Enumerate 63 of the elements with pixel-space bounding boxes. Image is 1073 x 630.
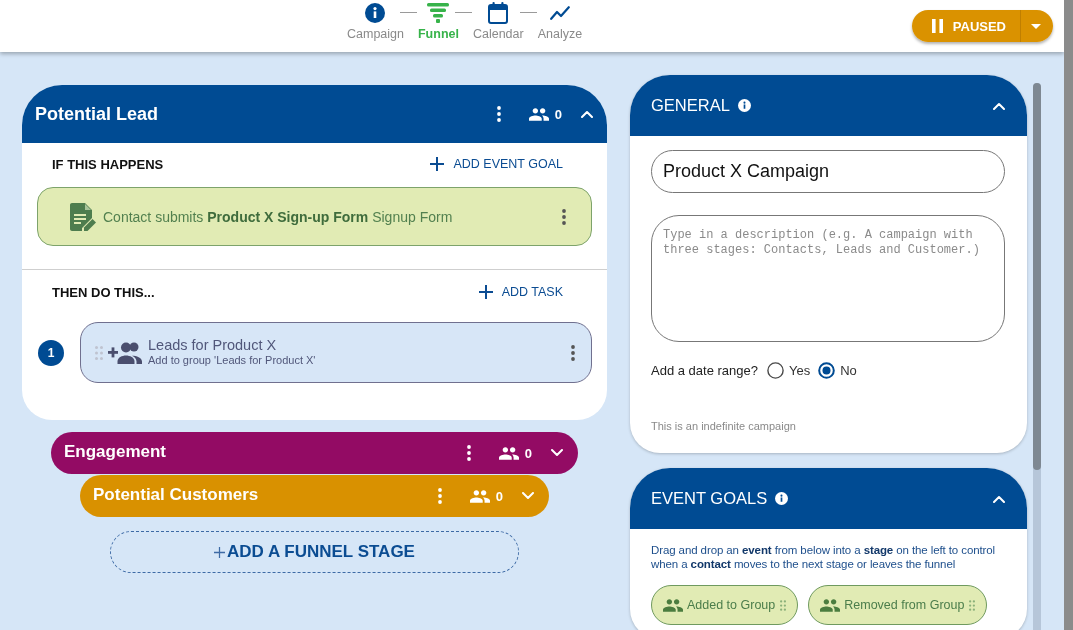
plus-icon bbox=[214, 546, 225, 558]
task-subtitle: Add to group 'Leads for Product X' bbox=[148, 354, 317, 366]
people-icon bbox=[469, 489, 490, 503]
stage-bar[interactable]: Engagement 0 bbox=[51, 432, 578, 474]
funnel-icon bbox=[427, 2, 450, 23]
people-icon bbox=[528, 107, 549, 121]
event-chip[interactable]: Added to Group bbox=[651, 585, 799, 625]
calendar-icon bbox=[488, 1, 509, 24]
chevron-down-icon[interactable] bbox=[551, 449, 563, 457]
radio-button[interactable] bbox=[767, 361, 784, 379]
people-icon bbox=[498, 446, 519, 460]
chevron-up-icon[interactable] bbox=[993, 101, 1005, 110]
more-icon[interactable] bbox=[496, 106, 501, 122]
task-number: 1 bbox=[38, 339, 64, 366]
more-icon[interactable] bbox=[466, 445, 471, 461]
event-goal-text: Contact submits Product X Sign-up Form Signup Form bbox=[103, 208, 454, 225]
section-title: IF THIS HAPPENS bbox=[52, 156, 164, 172]
member-count: 0 bbox=[554, 106, 562, 122]
description-text: Drag and drop an event from below into a stage on the left to control when a contact moves to the next stage or leaves the funnel bbox=[651, 543, 997, 571]
more-icon[interactable] bbox=[571, 344, 575, 361]
group-add-icon bbox=[108, 341, 142, 364]
panel-title: GENERAL bbox=[651, 96, 730, 115]
stage-title: Potential Customers bbox=[93, 485, 259, 505]
radio-label[interactable]: Yes bbox=[789, 362, 811, 378]
section-title: THEN DO THIS... bbox=[52, 284, 155, 300]
people-icon bbox=[663, 598, 683, 612]
chevron-up-icon[interactable] bbox=[993, 494, 1005, 503]
drag-handle-icon[interactable] bbox=[969, 599, 976, 611]
event-chip[interactable]: Removed from Group bbox=[808, 585, 988, 625]
description-field[interactable]: Type in a description (e.g. A campaign with three stages: Contacts, Leads and Customer.) bbox=[651, 215, 1005, 342]
people-icon bbox=[820, 598, 841, 612]
member-count: 0 bbox=[495, 488, 503, 504]
info-icon bbox=[775, 492, 789, 505]
plus-icon bbox=[430, 157, 445, 171]
name-field[interactable]: Product X Campaign bbox=[651, 150, 1005, 193]
drag-handle-icon[interactable] bbox=[95, 345, 103, 360]
add-event-goal-button[interactable]: ADD EVENT GOAL bbox=[430, 157, 563, 171]
nav-tab[interactable]: Campaign bbox=[347, 0, 404, 41]
stage-title: Engagement bbox=[64, 442, 167, 462]
task-card[interactable]: Leads for Product X Add to group 'Leads for Product X' bbox=[80, 322, 592, 383]
date-range-label: Add a date range? bbox=[651, 362, 758, 378]
member-count: 0 bbox=[524, 445, 532, 461]
radio-button[interactable] bbox=[818, 361, 836, 379]
note-text: This is an indefinite campaign bbox=[651, 420, 797, 433]
scrollbar-thumb[interactable] bbox=[1033, 83, 1041, 470]
radio-label[interactable]: No bbox=[840, 362, 857, 378]
plus-icon bbox=[478, 285, 493, 299]
trend-line-icon bbox=[549, 5, 570, 20]
scrollbar-track[interactable] bbox=[1033, 83, 1041, 630]
more-icon[interactable] bbox=[562, 208, 566, 225]
drag-handle-icon[interactable] bbox=[780, 599, 787, 611]
stage-title: Potential Lead bbox=[35, 103, 159, 125]
event-goal-card[interactable]: Contact submits Product X Sign-up Form Signup Form bbox=[37, 187, 592, 246]
status-button[interactable]: PAUSED bbox=[911, 10, 1020, 42]
add-task-button[interactable]: ADD TASK bbox=[478, 285, 563, 299]
form-edit-icon bbox=[70, 202, 96, 231]
chevron-up-icon[interactable] bbox=[581, 110, 593, 118]
caret-down-icon bbox=[1030, 23, 1041, 29]
dropdown-button[interactable] bbox=[1020, 10, 1053, 42]
info-icon bbox=[737, 99, 751, 112]
task-title: Leads for Product X bbox=[148, 337, 278, 354]
panel-title: EVENT GOALS bbox=[651, 489, 768, 508]
pause-icon bbox=[931, 19, 943, 33]
